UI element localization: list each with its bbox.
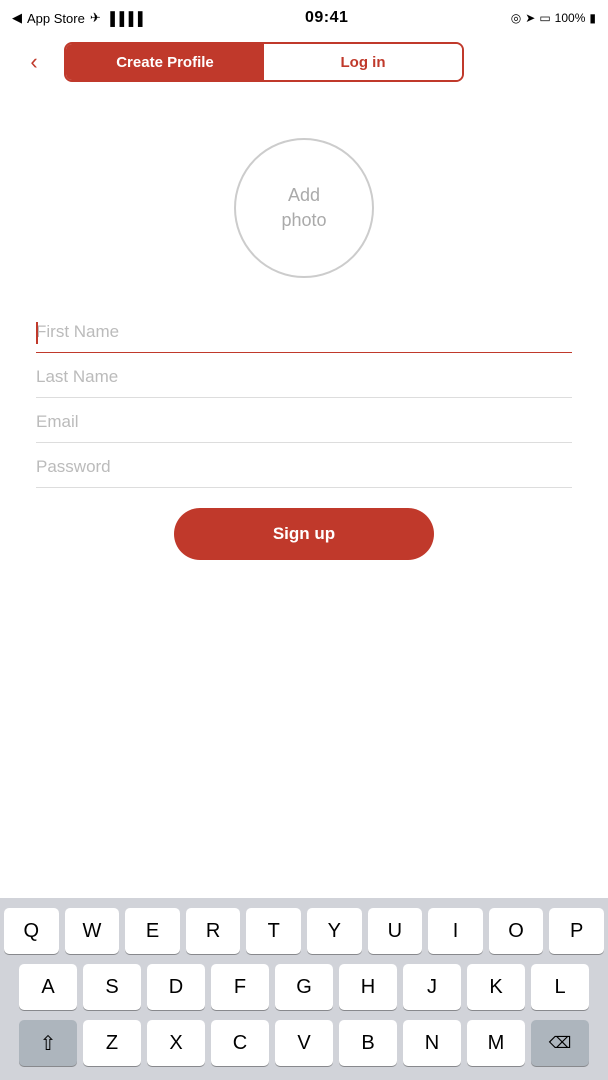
key-y[interactable]: Y <box>307 908 362 954</box>
add-photo-line1: Add <box>288 183 320 208</box>
add-photo-line2: photo <box>281 208 326 233</box>
create-profile-tab[interactable]: Create Profile <box>66 44 264 80</box>
main-content: Add photo Sign up <box>0 88 608 580</box>
signup-container: Sign up <box>36 508 572 560</box>
email-input[interactable] <box>36 398 572 443</box>
password-field-container <box>36 443 572 488</box>
key-h[interactable]: H <box>339 964 397 1010</box>
status-time: 09:41 <box>305 9 348 27</box>
key-e[interactable]: E <box>125 908 180 954</box>
key-f[interactable]: F <box>211 964 269 1010</box>
airplane-icon: ✈ <box>90 10 101 26</box>
key-z[interactable]: Z <box>83 1020 141 1066</box>
log-in-tab[interactable]: Log in <box>264 44 462 80</box>
first-name-input[interactable] <box>36 308 572 353</box>
tab-switch: Create Profile Log in <box>64 42 464 82</box>
location-icon: ◎ <box>511 11 521 25</box>
battery-icon: ▮ <box>589 11 596 25</box>
battery-percent: 100% <box>555 11 586 25</box>
password-input[interactable] <box>36 443 572 488</box>
status-right: ◎ ➤ ▭ 100% ▮ <box>511 11 596 25</box>
key-n[interactable]: N <box>403 1020 461 1066</box>
key-q[interactable]: Q <box>4 908 59 954</box>
first-name-field-container <box>36 308 572 353</box>
key-g[interactable]: G <box>275 964 333 1010</box>
key-r[interactable]: R <box>186 908 241 954</box>
key-x[interactable]: X <box>147 1020 205 1066</box>
key-l[interactable]: L <box>531 964 589 1010</box>
virtual-keyboard: Q W E R T Y U I O P A S D F G H J K L ⇧ … <box>0 898 608 1080</box>
carrier-name: App Store <box>27 11 85 26</box>
email-field-container <box>36 398 572 443</box>
key-m[interactable]: M <box>467 1020 525 1066</box>
key-w[interactable]: W <box>65 908 120 954</box>
nav-bar: ‹ Create Profile Log in <box>0 36 608 88</box>
sign-up-button[interactable]: Sign up <box>174 508 434 560</box>
key-c[interactable]: C <box>211 1020 269 1066</box>
key-k[interactable]: K <box>467 964 525 1010</box>
delete-key[interactable]: ⌫ <box>531 1020 589 1066</box>
back-arrow-icon: ‹ <box>30 49 37 75</box>
signal-bars: ▐▐▐▐ <box>106 11 143 26</box>
key-d[interactable]: D <box>147 964 205 1010</box>
add-photo-button[interactable]: Add photo <box>234 138 374 278</box>
key-u[interactable]: U <box>368 908 423 954</box>
key-v[interactable]: V <box>275 1020 333 1066</box>
carrier-info: ◀ App Store ✈ ▐▐▐▐ <box>12 10 143 26</box>
text-cursor <box>36 322 38 344</box>
key-b[interactable]: B <box>339 1020 397 1066</box>
keyboard-row-1: Q W E R T Y U I O P <box>4 908 604 954</box>
back-icon-status: ◀ <box>12 10 22 26</box>
status-bar: ◀ App Store ✈ ▐▐▐▐ 09:41 ◎ ➤ ▭ 100% ▮ <box>0 0 608 36</box>
key-j[interactable]: J <box>403 964 461 1010</box>
key-p[interactable]: P <box>549 908 604 954</box>
shift-key[interactable]: ⇧ <box>19 1020 77 1066</box>
key-s[interactable]: S <box>83 964 141 1010</box>
key-o[interactable]: O <box>489 908 544 954</box>
keyboard-row-2: A S D F G H J K L <box>4 964 604 1010</box>
last-name-input[interactable] <box>36 353 572 398</box>
key-a[interactable]: A <box>19 964 77 1010</box>
location-arrow-icon: ➤ <box>525 11 535 25</box>
key-i[interactable]: I <box>428 908 483 954</box>
back-button[interactable]: ‹ <box>16 44 52 80</box>
screen-record-icon: ▭ <box>539 11 550 25</box>
registration-form <box>36 308 572 488</box>
keyboard-row-3: ⇧ Z X C V B N M ⌫ <box>4 1020 604 1066</box>
key-t[interactable]: T <box>246 908 301 954</box>
last-name-field-container <box>36 353 572 398</box>
